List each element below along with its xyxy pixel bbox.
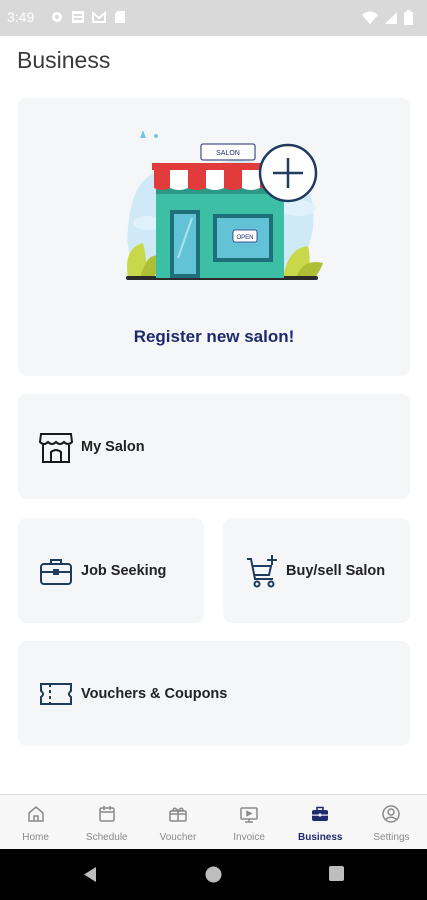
nav-invoice-label: Invoice: [233, 832, 265, 843]
buy-sell-salon-card[interactable]: Buy/sell Salon: [223, 518, 410, 623]
invoice-icon: [240, 807, 258, 823]
nav-business-label: Business: [298, 832, 343, 843]
signal-icon: [385, 11, 397, 24]
nav-voucher[interactable]: Voucher: [142, 795, 213, 849]
status-system-icons: [362, 10, 413, 25]
battery-icon: [404, 10, 413, 25]
user-circle-icon: [382, 805, 401, 823]
voucher-icon: [169, 807, 187, 822]
nav-business[interactable]: Business: [285, 795, 356, 849]
nav-home-label: Home: [22, 832, 49, 843]
page-title: Business: [17, 47, 111, 73]
bottom-nav: Home Schedule Voucher Invoice Business S…: [0, 794, 427, 849]
home-button-icon[interactable]: [205, 866, 222, 883]
register-salon-card[interactable]: OPEN SALON Register new salon!: [18, 98, 410, 376]
cart-plus-icon: [247, 555, 277, 588]
store-icon: [38, 433, 74, 463]
nav-settings[interactable]: Settings: [356, 795, 427, 849]
storefront-illustration: OPEN SALON: [126, 130, 323, 280]
nav-home[interactable]: Home: [0, 795, 71, 849]
recents-icon[interactable]: [329, 866, 344, 881]
gear-icon: [52, 12, 62, 22]
status-bar: 3:49: [0, 0, 427, 36]
calendar-icon: [99, 806, 115, 822]
vouchers-coupons-label: Vouchers & Coupons: [81, 686, 228, 702]
vouchers-coupons-card[interactable]: Vouchers & Coupons: [18, 641, 410, 746]
wifi-icon: [362, 11, 378, 24]
buy-sell-salon-label: Buy/sell Salon: [286, 563, 386, 579]
nav-settings-label: Settings: [373, 832, 410, 843]
register-salon-label: Register new salon!: [133, 327, 295, 346]
gmail-icon: [92, 10, 106, 23]
image-icon: [72, 11, 84, 23]
sdcard-icon: [115, 11, 125, 23]
briefcase-icon: [40, 559, 72, 585]
job-seeking-label: Job Seeking: [81, 563, 167, 579]
system-nav-bar: [0, 849, 427, 900]
status-time: 3:49: [7, 9, 35, 25]
svg-text:OPEN: OPEN: [236, 235, 253, 241]
my-salon-label: My Salon: [81, 439, 145, 455]
status-notification-icons: [50, 10, 127, 24]
nav-voucher-label: Voucher: [159, 832, 197, 843]
nav-schedule[interactable]: Schedule: [71, 795, 142, 849]
nav-schedule-label: Schedule: [85, 832, 128, 843]
ticket-icon: [40, 683, 72, 705]
home-icon: [27, 806, 44, 822]
briefcase-icon: [312, 806, 329, 821]
back-icon[interactable]: [82, 866, 98, 883]
nav-invoice[interactable]: Invoice: [214, 795, 285, 849]
my-salon-card[interactable]: My Salon: [18, 394, 410, 499]
svg-text:SALON: SALON: [216, 150, 240, 157]
job-seeking-card[interactable]: Job Seeking: [18, 518, 204, 623]
